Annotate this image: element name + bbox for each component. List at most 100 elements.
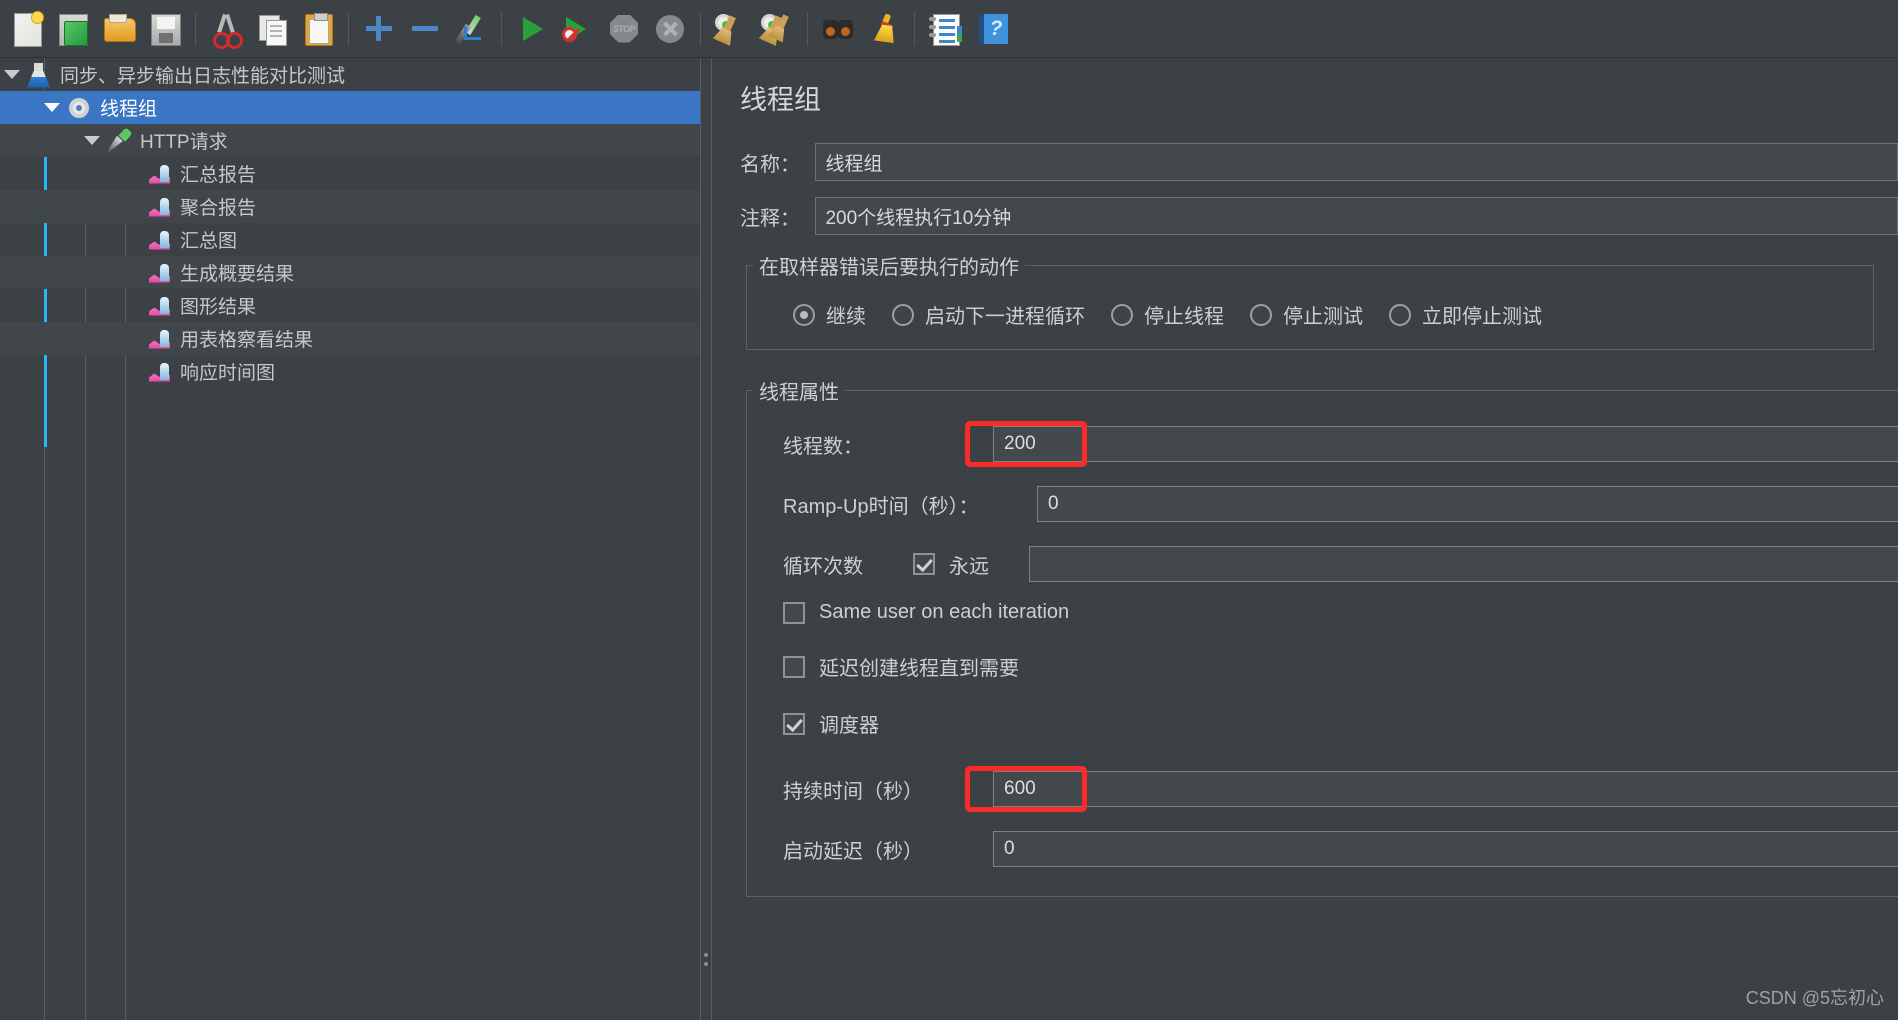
tree-item-label: 汇总图 — [180, 231, 238, 252]
copy-icon — [255, 12, 289, 46]
chevron-down-icon[interactable] — [44, 103, 60, 112]
delay-thread-creation-row[interactable]: 延迟创建线程直到需要 — [783, 652, 1898, 681]
thread-properties-group: 线程属性 线程数： Ramp-Up时间（秒）： 循环次数 永远 Same use… — [746, 376, 1898, 897]
yellow-broom-icon — [867, 12, 901, 46]
error-action-option-1[interactable]: 启动下一进程循环 — [892, 300, 1097, 329]
same-user-checkbox[interactable] — [783, 601, 805, 624]
chevron-down-icon[interactable] — [84, 136, 100, 145]
duration-input[interactable] — [993, 771, 1898, 807]
help-button[interactable]: ? — [968, 6, 1014, 52]
minus-icon — [408, 12, 442, 46]
gear-brooms-icon — [760, 12, 794, 46]
tree-item-4[interactable]: 聚合报告 — [0, 190, 700, 223]
stop-sign-icon: STOP — [607, 12, 641, 46]
error-action-option-label: 停止测试 — [1283, 306, 1363, 328]
radio-button[interactable] — [892, 303, 914, 326]
same-user-row[interactable]: Same user on each iteration — [783, 601, 1898, 624]
stop-button[interactable]: STOP — [601, 6, 647, 52]
tree-item-5[interactable]: 汇总图 — [0, 223, 700, 256]
tree-item-label: 用表格察看结果 — [180, 330, 314, 351]
startup-delay-input[interactable] — [993, 831, 1898, 867]
toggle-button[interactable] — [448, 6, 494, 52]
tree-item-label: 同步、异步输出日志性能对比测试 — [60, 66, 346, 87]
radio-button[interactable] — [793, 303, 815, 326]
chevron-down-icon[interactable] — [4, 70, 20, 79]
scheduler-row[interactable]: 调度器 — [783, 709, 1898, 738]
binoculars-icon — [821, 12, 855, 46]
name-input[interactable] — [815, 143, 1898, 181]
open-folder-icon — [102, 12, 136, 46]
pencil-toggle-icon — [454, 12, 488, 46]
error-action-option-label: 启动下一进程循环 — [925, 306, 1085, 328]
shutdown-button[interactable] — [647, 6, 693, 52]
new-button[interactable] — [4, 6, 50, 52]
test-plan-tree[interactable]: 同步、异步输出日志性能对比测试线程组 HTTP请求 汇总报告聚合报告汇总图生成概要结… — [0, 58, 700, 1020]
tree-item-9[interactable]: 响应时间图 — [0, 355, 700, 388]
tree-item-3[interactable]: 汇总报告 — [0, 157, 700, 190]
name-field-row: 名称： — [740, 143, 1898, 181]
paste-button[interactable] — [295, 6, 341, 52]
search-button[interactable] — [815, 6, 861, 52]
delay-thread-creation-checkbox[interactable] — [783, 655, 805, 678]
paste-clipboard-icon — [301, 12, 335, 46]
start-button[interactable] — [509, 6, 555, 52]
radio-button[interactable] — [1111, 303, 1133, 326]
tree-item-label: 聚合报告 — [180, 198, 257, 219]
save-button[interactable] — [142, 6, 188, 52]
main-toolbar: STOP ? — [0, 0, 1898, 58]
expand-all-button[interactable] — [356, 6, 402, 52]
scissors-icon — [209, 12, 243, 49]
tree-item-label: 线程组 — [100, 99, 158, 120]
loop-forever-checkbox[interactable] — [913, 553, 935, 575]
thread-group-settings-panel: 线程组 名称： 注释： 在取样器错误后要执行的动作 继续 启动下一进程循环 停止线程… — [712, 58, 1898, 1020]
duration-label: 持续时间（秒） — [783, 780, 923, 803]
tree-item-2[interactable]: HTTP请求 — [0, 124, 700, 157]
error-action-group: 在取样器错误后要执行的动作 继续 启动下一进程循环 停止线程 停止测试 立即停止测试 — [746, 251, 1874, 350]
error-action-option-2[interactable]: 停止线程 — [1111, 300, 1236, 329]
startup-delay-row: 启动延迟（秒） — [747, 826, 1898, 872]
clear-all-button[interactable] — [754, 6, 800, 52]
http-request-pipette-icon — [106, 126, 133, 154]
error-action-option-label: 立即停止测试 — [1422, 306, 1542, 328]
error-action-option-4[interactable]: 立即停止测试 — [1389, 300, 1554, 329]
listener-chart-icon — [146, 194, 172, 220]
ramp-up-label: Ramp-Up时间（秒）： — [783, 495, 979, 518]
pane-splitter[interactable] — [700, 58, 712, 1020]
open-button[interactable] — [96, 6, 142, 52]
collapse-all-button[interactable] — [402, 6, 448, 52]
tree-item-7[interactable]: 图形结果 — [0, 289, 700, 322]
new-document-icon — [10, 10, 44, 47]
reset-search-button[interactable] — [861, 6, 907, 52]
error-action-option-label: 停止线程 — [1144, 306, 1224, 328]
loop-count-input[interactable] — [1029, 546, 1898, 582]
cut-button[interactable] — [203, 6, 249, 52]
error-action-radio-row: 继续 启动下一进程循环 停止线程 停止测试 立即停止测试 — [747, 286, 1873, 339]
radio-button[interactable] — [1250, 303, 1272, 326]
comment-input[interactable] — [815, 197, 1898, 235]
thread-count-label: 线程数： — [783, 435, 863, 458]
listener-chart-icon — [146, 293, 172, 319]
test-plan-flask-icon — [26, 62, 52, 88]
error-action-option-0[interactable]: 继续 — [793, 300, 878, 329]
play-no-pauses-icon — [561, 12, 595, 46]
scheduler-checkbox[interactable] — [783, 712, 805, 735]
tree-item-label: 图形结果 — [180, 297, 257, 318]
log-viewer-button[interactable] — [922, 6, 968, 52]
tree-item-1[interactable]: 线程组 — [0, 91, 700, 124]
help-book-icon: ? — [974, 12, 1008, 46]
thread-count-input[interactable] — [993, 426, 1898, 462]
splitter-grip[interactable] — [704, 953, 708, 957]
radio-button[interactable] — [1389, 303, 1411, 326]
comment-label: 注释： — [740, 207, 800, 230]
templates-button[interactable] — [50, 6, 96, 52]
error-action-option-3[interactable]: 停止测试 — [1250, 300, 1375, 329]
start-no-pauses-button[interactable] — [555, 6, 601, 52]
log-list-icon — [928, 12, 962, 46]
tree-item-6[interactable]: 生成概要结果 — [0, 256, 700, 289]
clear-button[interactable] — [708, 6, 754, 52]
copy-button[interactable] — [249, 6, 295, 52]
ramp-up-input[interactable] — [1037, 486, 1898, 522]
tree-item-8[interactable]: 用表格察看结果 — [0, 322, 700, 355]
thread-properties-legend: 线程属性 — [759, 382, 839, 404]
tree-item-0[interactable]: 同步、异步输出日志性能对比测试 — [0, 58, 700, 91]
